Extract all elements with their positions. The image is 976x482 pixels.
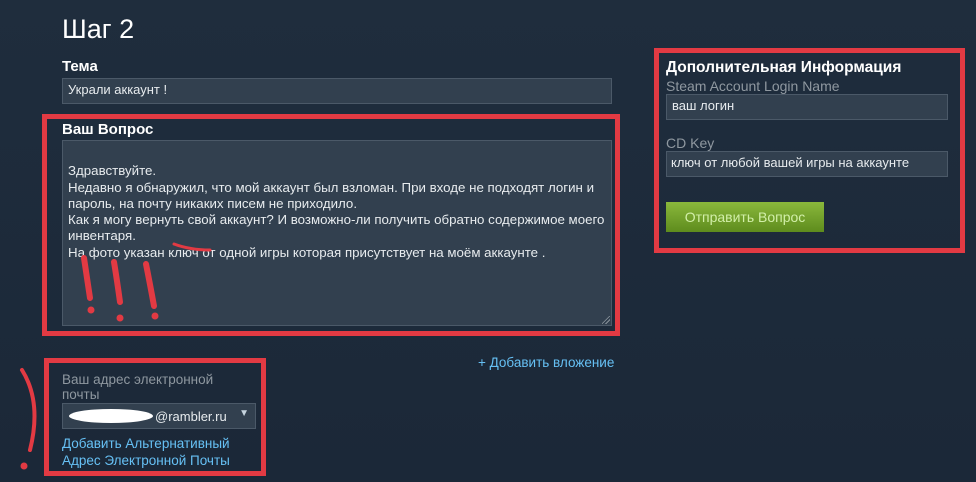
chevron-down-icon: ▼ <box>239 408 249 419</box>
annotation-exclamation-3 <box>143 261 157 309</box>
page-title: Шаг 2 <box>62 14 135 44</box>
login-input[interactable]: ваш логин <box>666 94 948 120</box>
subject-label: Тема <box>62 58 98 75</box>
add-attachment-link[interactable]: + Добавить вложение <box>478 355 614 370</box>
annotation-dot-2 <box>116 314 124 322</box>
annotation-dot-1 <box>87 306 95 314</box>
email-label: Ваш адрес электронной почты <box>62 372 214 402</box>
redacted-email-scribble <box>69 409 153 423</box>
annotation-dot-3 <box>151 312 159 320</box>
email-select[interactable]: @rambler.ru ▼ <box>62 403 256 429</box>
annotation-marks <box>81 242 212 322</box>
cdkey-label: CD Key <box>666 135 715 151</box>
annotation-left-exclamation <box>20 368 37 470</box>
annotation-exclamation-1 <box>81 255 93 301</box>
add-alternative-email-link[interactable]: Добавить Альтернативный Адрес Электронно… <box>62 435 252 469</box>
question-label: Ваш Вопрос <box>62 121 154 138</box>
annotation-underline <box>172 242 212 252</box>
annotation-exclamation-2 <box>111 259 123 305</box>
additional-title: Дополнительная Информация <box>666 59 902 76</box>
subject-input[interactable]: Украли аккаунт ! <box>62 78 612 104</box>
submit-question-button[interactable]: Отправить Вопрос <box>666 202 824 232</box>
resize-grip-icon[interactable] <box>602 316 610 324</box>
email-domain: @rambler.ru <box>155 408 227 424</box>
login-label: Steam Account Login Name <box>666 78 840 94</box>
cdkey-input[interactable]: ключ от любой вашей игры на аккаунте <box>666 151 948 177</box>
